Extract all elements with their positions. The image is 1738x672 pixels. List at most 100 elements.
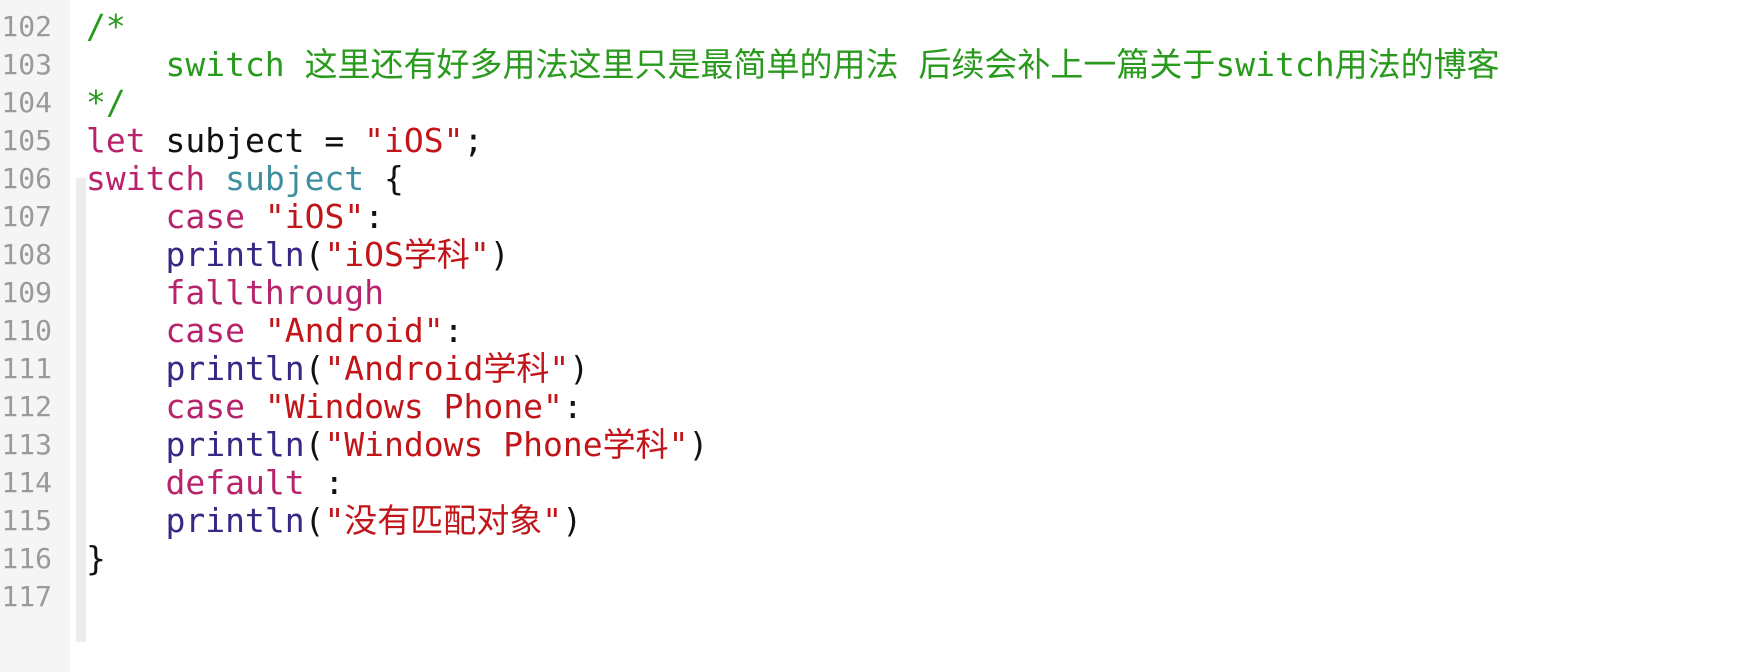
code-line[interactable]: 104 */ <box>0 82 1738 124</box>
line-number: 114 <box>1 466 52 499</box>
code-line[interactable]: 109 fallthrough <box>0 272 1738 314</box>
code-line-text: } <box>86 538 106 580</box>
code-token-plain: : <box>562 387 583 426</box>
code-token-kw: default <box>165 463 305 502</box>
line-number: 113 <box>1 428 52 461</box>
code-token-kw: switch <box>86 159 206 198</box>
code-token-str: "iOS" <box>364 121 464 160</box>
code-token-str: "iOS学科" <box>324 235 490 274</box>
code-token-kw: case <box>165 387 245 426</box>
code-token-plain: ) <box>489 235 510 274</box>
code-token-plain: ; <box>463 121 484 160</box>
code-line[interactable]: 102 /* <box>0 6 1738 48</box>
line-number: 108 <box>1 238 52 271</box>
code-line-text: /* <box>86 6 126 48</box>
code-token-plain: } <box>86 539 106 578</box>
line-number: 102 <box>1 10 52 43</box>
code-line-text: let subject = "iOS"; <box>86 120 483 162</box>
line-number: 105 <box>1 124 52 157</box>
code-line[interactable]: 115 println("没有匹配对象") <box>0 500 1738 542</box>
code-line-text: default : <box>86 462 344 504</box>
code-token-ident: subject <box>225 159 365 198</box>
code-line-text: println("没有匹配对象") <box>86 500 582 542</box>
code-line[interactable]: 107 case "iOS": <box>0 196 1738 238</box>
code-token-call: println <box>165 235 305 274</box>
line-number: 106 <box>1 162 52 195</box>
code-token-cmt: switch 这里还有好多用法这里只是最简单的用法 后续会补上一篇关于switc… <box>86 45 1500 84</box>
code-token-call: println <box>165 349 305 388</box>
code-token-str: "没有匹配对象" <box>324 501 563 540</box>
line-number: 115 <box>1 504 52 537</box>
code-token-plain: ( <box>304 425 325 464</box>
code-token-plain: ) <box>562 501 583 540</box>
code-line[interactable]: 114 default : <box>0 462 1738 504</box>
code-line-text: println("Android学科") <box>86 348 589 390</box>
code-line[interactable]: 105 let subject = "iOS"; <box>0 120 1738 162</box>
line-number: 111 <box>1 352 52 385</box>
code-line-text: fallthrough <box>86 272 384 314</box>
code-token-str: "iOS" <box>264 197 365 236</box>
code-token-plain: { <box>364 159 404 198</box>
code-token-str: "Windows Phone" <box>264 387 563 426</box>
code-token-plain: subject = <box>145 121 365 160</box>
code-line-text: case "Android": <box>86 310 464 352</box>
code-token-plain: : <box>443 311 464 350</box>
code-token-kw: case <box>165 197 245 236</box>
code-line-text: */ <box>86 82 126 124</box>
code-token-plain: : <box>364 197 385 236</box>
line-number: 104 <box>1 86 52 119</box>
line-number: 107 <box>1 200 52 233</box>
code-line[interactable]: 106 switch subject { <box>0 158 1738 200</box>
code-token-call: println <box>165 425 305 464</box>
code-line[interactable]: 112 case "Windows Phone": <box>0 386 1738 428</box>
code-token-cmt: */ <box>86 83 126 122</box>
code-line-text: switch subject { <box>86 158 404 200</box>
code-token-plain: ( <box>304 349 325 388</box>
code-line[interactable]: 108 println("iOS学科") <box>0 234 1738 276</box>
code-line-text: println("Windows Phone学科") <box>86 424 708 466</box>
code-line[interactable]: 116} <box>0 538 1738 580</box>
code-token-kw: let <box>86 121 146 160</box>
line-number: 103 <box>1 48 52 81</box>
code-token-str: "Android学科" <box>324 349 570 388</box>
code-line-text: case "iOS": <box>86 196 384 238</box>
code-token-str: "Android" <box>264 311 444 350</box>
code-line[interactable]: 110 case "Android": <box>0 310 1738 352</box>
code-token-plain: ( <box>304 235 325 274</box>
code-line[interactable]: 117 <box>0 576 1738 618</box>
line-number: 109 <box>1 276 52 309</box>
code-line[interactable]: 103 switch 这里还有好多用法这里只是最简单的用法 后续会补上一篇关于s… <box>0 44 1738 86</box>
line-number: 112 <box>1 390 52 423</box>
code-token-cmt: /* <box>86 7 126 46</box>
code-line-text: switch 这里还有好多用法这里只是最简单的用法 后续会补上一篇关于switc… <box>86 44 1500 86</box>
code-token-plain: ( <box>304 501 325 540</box>
code-token-plain: ) <box>688 425 709 464</box>
line-number: 116 <box>1 542 52 575</box>
code-token-plain: : <box>304 463 345 502</box>
code-line[interactable]: 113 println("Windows Phone学科") <box>0 424 1738 466</box>
code-token-plain: ) <box>569 349 590 388</box>
code-line-text: case "Windows Phone": <box>86 386 583 428</box>
code-line[interactable]: 111 println("Android学科") <box>0 348 1738 390</box>
code-line-text: println("iOS学科") <box>86 234 510 276</box>
code-token-kw: case <box>165 311 245 350</box>
code-editor[interactable]: 102/* 103 switch 这里还有好多用法这里只是最简单的用法 后续会补上… <box>0 0 1738 672</box>
code-token-str: "Windows Phone学科" <box>324 425 689 464</box>
line-number: 110 <box>1 314 52 347</box>
line-number: 117 <box>1 580 52 613</box>
code-token-call: println <box>165 501 305 540</box>
code-token-kw: fallthrough <box>165 273 385 312</box>
